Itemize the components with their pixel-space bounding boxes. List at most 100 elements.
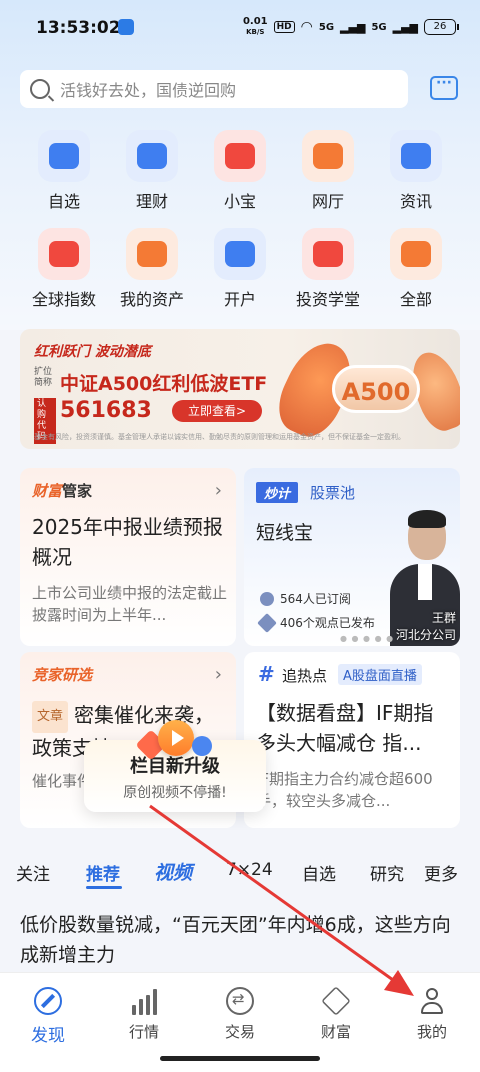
promo-banner[interactable]: 红利跃门 波动潜底 扩位简称 中证A500红利低波ETF 认购代码 561683… bbox=[20, 329, 460, 449]
quick-item-label: 投资学堂 bbox=[295, 290, 360, 309]
views-line: 406个观点已发布 bbox=[257, 612, 375, 633]
tab-7x24[interactable]: 7×24 bbox=[226, 860, 273, 880]
nav-trade[interactable]: 交易 bbox=[200, 987, 280, 1042]
signal-5g-icon: 5G bbox=[318, 21, 335, 33]
play-icon bbox=[158, 720, 194, 756]
grid-icon bbox=[390, 228, 442, 280]
quick-item-2[interactable]: 小宝 bbox=[196, 130, 284, 212]
battery-icon: 26 bbox=[424, 19, 459, 35]
monitor-chart-icon bbox=[38, 228, 90, 280]
quick-item-label: 小宝 bbox=[223, 192, 256, 211]
hot-topic-card[interactable]: # 追热点 A股盘面直播 【数据看盘】IF期指多头大幅减仓 指... IF期指主… bbox=[244, 652, 460, 828]
quick-item-label: 资讯 bbox=[399, 192, 432, 211]
bar-chart-icon bbox=[130, 987, 158, 1015]
quick-item-label: 开户 bbox=[223, 290, 256, 309]
wealth-manager-card[interactable]: 财富管家 › 2025年中报业绩预报概况 上市公司业绩中报的法定截止披露时间为上… bbox=[20, 468, 236, 646]
id-card-icon bbox=[214, 228, 266, 280]
popup-subtitle: 原创视频不停播! bbox=[123, 785, 227, 801]
banner-view-button[interactable]: 立即查看> bbox=[172, 400, 262, 422]
tab-watchlist[interactable]: 自选 bbox=[302, 860, 336, 885]
nav-mine[interactable]: 我的 bbox=[392, 987, 472, 1042]
money-bag-icon bbox=[126, 130, 178, 182]
nav-discover[interactable]: 发现 bbox=[8, 987, 88, 1046]
carousel-dots: ● ● ● ● ● bbox=[340, 634, 395, 643]
picks-brand: 竞家研选 bbox=[32, 666, 93, 684]
analyst-name: 王群 河北分公司 bbox=[395, 611, 456, 642]
search-placeholder: 活钱好去处，国债逆回购 bbox=[60, 81, 237, 100]
hot-topic-label: 追热点 bbox=[282, 667, 328, 685]
news-headline[interactable]: 低价股数量锐减，“百元天团”年内增6成，这些方向成新增主力 bbox=[20, 910, 460, 970]
status-time: 13:53:02 bbox=[36, 18, 121, 38]
live-badge: A股盘面直播 bbox=[338, 664, 422, 685]
pie-chart-icon bbox=[126, 228, 178, 280]
quick-item-9[interactable]: 全部 bbox=[372, 228, 460, 310]
article-tag: 文章 bbox=[32, 700, 69, 733]
quick-item-6[interactable]: 我的资产 bbox=[108, 228, 196, 310]
quick-item-label: 全球指数 bbox=[31, 290, 96, 309]
stock-pool-label: 股票池 bbox=[310, 484, 356, 502]
banner-tagline: 红利跃门 波动潜底 bbox=[34, 344, 151, 360]
wealth-brand: 财富管家 bbox=[32, 482, 93, 500]
nav-trade-label: 交易 bbox=[224, 1023, 255, 1041]
signal-bars-icon: ▂▄▆ bbox=[340, 20, 366, 34]
chevron-right-icon[interactable]: › bbox=[215, 480, 222, 501]
quick-item-label: 全部 bbox=[399, 290, 432, 309]
nav-wealth[interactable]: 财富 bbox=[296, 986, 376, 1042]
wealth-title: 2025年中报业绩预报概况 bbox=[32, 515, 223, 569]
wifi-icon: ◠ bbox=[300, 19, 313, 35]
quick-item-4[interactable]: 资讯 bbox=[372, 130, 460, 212]
house-icon bbox=[302, 130, 354, 182]
active-tab-underline bbox=[86, 886, 122, 889]
exchange-icon bbox=[226, 987, 254, 1015]
quick-item-5[interactable]: 全球指数 bbox=[20, 228, 108, 310]
status-bar: 13:53:02 0.01 KB/S HD ◠ 5G ▂▄▆ 5G ▂▄▆ 26 bbox=[0, 0, 480, 56]
subscribers-line: 564人已订阅 bbox=[260, 590, 351, 607]
quick-item-1[interactable]: 理财 bbox=[108, 130, 196, 212]
stock-pool-pill: 炒计 bbox=[256, 482, 299, 503]
chevron-right-icon-2[interactable]: › bbox=[215, 664, 222, 685]
robot-icon bbox=[214, 130, 266, 182]
diamond-icon bbox=[321, 986, 351, 1016]
tab-more[interactable]: 更多 bbox=[424, 860, 458, 885]
wealth-desc: 上市公司业绩中报的法定截止披露时间为上半年... bbox=[32, 584, 228, 624]
quick-access-grid: 自选 理财 小宝 网厅 资讯全球指数 我的资产 开户 投资学堂 全部 bbox=[20, 130, 460, 310]
quick-item-8[interactable]: 投资学堂 bbox=[284, 228, 372, 310]
message-icon[interactable] bbox=[430, 75, 458, 100]
tab-research[interactable]: 研究 bbox=[370, 860, 404, 885]
pen-icon bbox=[257, 612, 277, 633]
hot-topic-title: 【数据看盘】IF期指多头大幅减仓 指... bbox=[256, 701, 434, 755]
tab-video[interactable]: 视频 bbox=[154, 858, 192, 885]
hd-icon: HD bbox=[273, 21, 295, 33]
graduation-cap-icon bbox=[302, 228, 354, 280]
network-speed: 0.01 KB/S bbox=[242, 16, 268, 37]
hot-topic-desc: IF期指主力合约减仓超600手，较空头多减仓... bbox=[256, 770, 433, 810]
banner-expand-label: 扩位简称 bbox=[34, 367, 53, 388]
tab-follow[interactable]: 关注 bbox=[16, 860, 50, 885]
feed-tabs: 关注 推荐 视频 7×24 自选 研究 更多 bbox=[0, 848, 480, 894]
search-bar[interactable]: 活钱好去处，国债逆回购 bbox=[20, 70, 408, 108]
quick-item-label: 自选 bbox=[47, 192, 80, 211]
nav-market[interactable]: 行情 bbox=[104, 987, 184, 1042]
signal-5g-icon-2: 5G bbox=[371, 21, 387, 33]
quick-item-3[interactable]: 网厅 bbox=[284, 130, 372, 212]
user-icon bbox=[418, 987, 446, 1015]
quick-item-7[interactable]: 开户 bbox=[196, 228, 284, 310]
chart-up-icon bbox=[38, 130, 90, 182]
banner-a500-badge: A500 bbox=[332, 365, 420, 413]
quick-item-label: 理财 bbox=[135, 192, 168, 211]
hash-icon: # bbox=[258, 662, 275, 686]
nav-market-label: 行情 bbox=[128, 1023, 159, 1041]
tab-recommend[interactable]: 推荐 bbox=[86, 860, 120, 885]
chart-bubble-icon bbox=[192, 736, 212, 756]
stock-pool-card[interactable]: 炒计 股票池 短线宝 564人已订阅 406个观点已发布 王群 河北分公司 ● ●… bbox=[244, 468, 460, 646]
quick-item-0[interactable]: 自选 bbox=[20, 130, 108, 212]
person-icon bbox=[260, 591, 274, 606]
banner-fund-name: 中证A500红利低波ETF bbox=[60, 373, 268, 395]
compass-icon bbox=[34, 987, 62, 1015]
nav-mine-label: 我的 bbox=[416, 1023, 447, 1041]
app-notification-icon bbox=[118, 19, 134, 35]
nav-wealth-label: 财富 bbox=[320, 1023, 351, 1041]
home-indicator[interactable] bbox=[160, 1056, 320, 1061]
stock-pool-title: 短线宝 bbox=[256, 522, 314, 544]
banner-fine-print: 基金有风险，投资须谨慎。基金管理人承诺以诚实信用、勤勉尽责的原则管理和运用基金资… bbox=[34, 433, 405, 441]
